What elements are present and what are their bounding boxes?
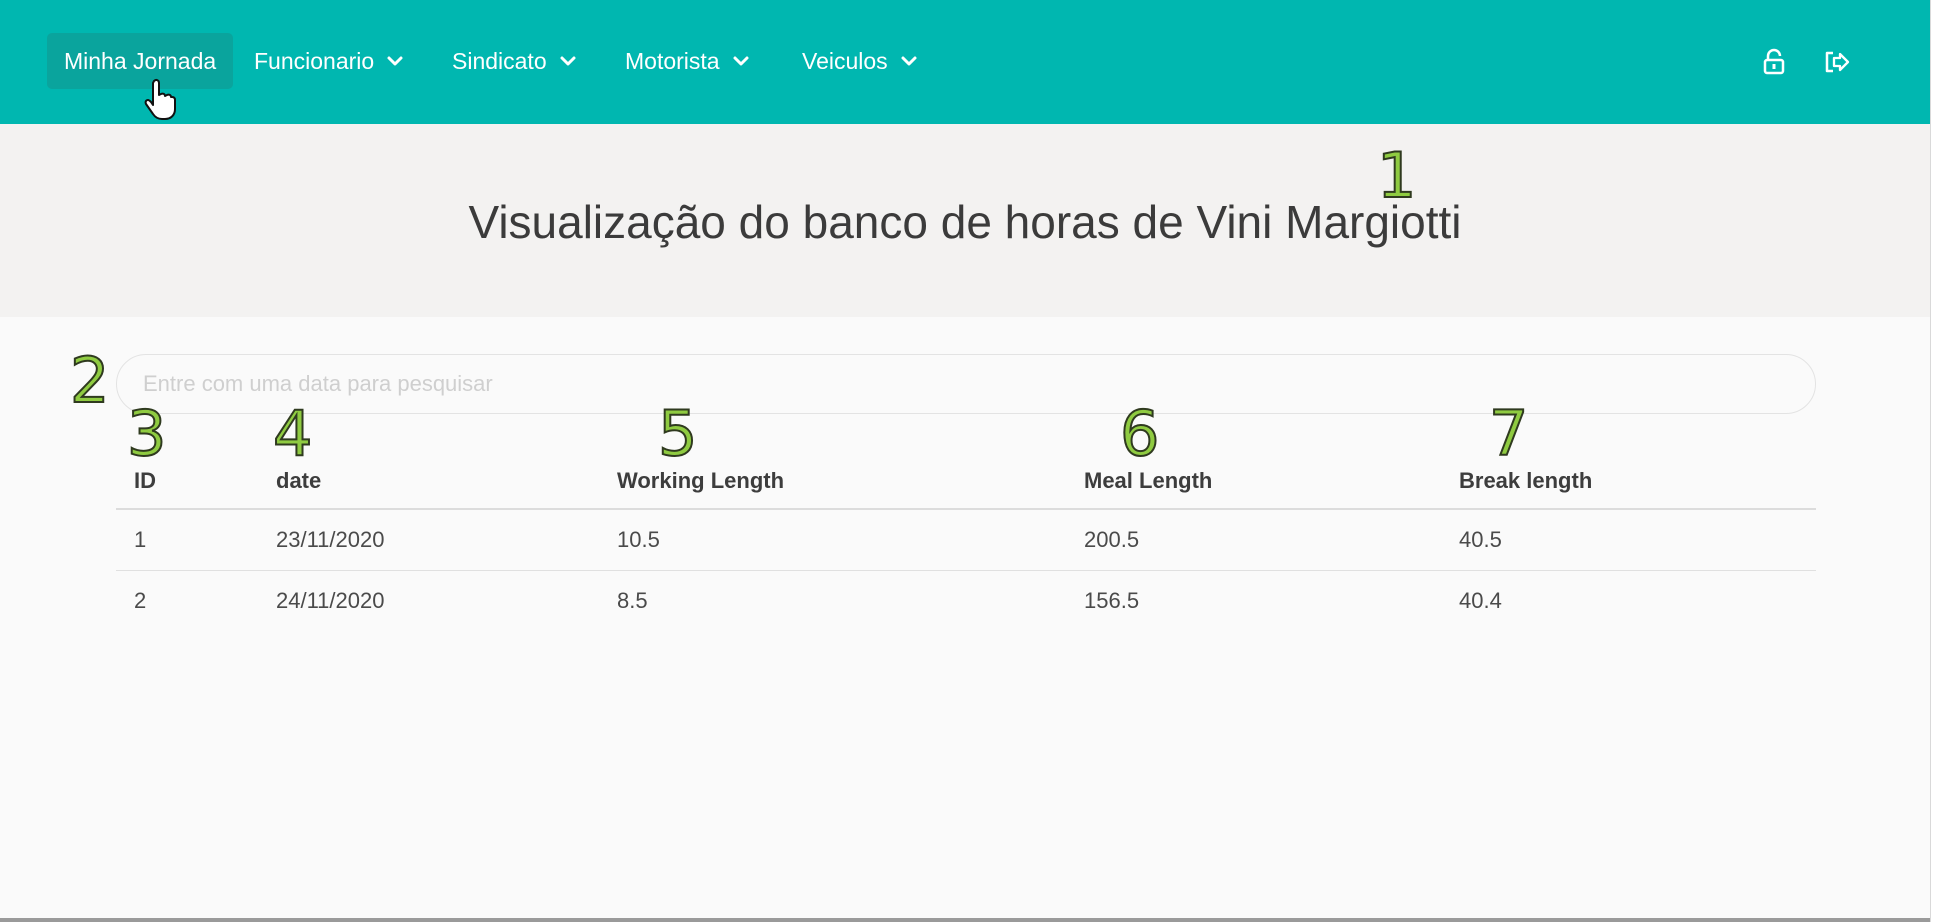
- nav-item-label: Minha Jornada: [64, 47, 217, 74]
- nav-item-funcionario[interactable]: Funcionario: [237, 33, 423, 89]
- nav-item-label: Motorista: [625, 47, 720, 74]
- cell-working-length: 8.5: [617, 588, 648, 613]
- cell-working-length: 10.5: [599, 509, 1066, 571]
- nav-item-label: Veiculos: [802, 47, 888, 74]
- nav-item-label: Sindicato: [452, 47, 547, 74]
- sign-out-icon[interactable]: [1820, 45, 1854, 79]
- annotation-marker-4: 4: [272, 397, 313, 470]
- annotation-marker-5: 5: [657, 397, 698, 470]
- cell-id: 1: [116, 509, 258, 571]
- cell-break-length: 40.5: [1441, 509, 1816, 571]
- chevron-down-icon: [733, 56, 749, 66]
- annotation-marker-3: 3: [126, 397, 167, 470]
- table-row: 1 23/11/2020 10.5 200.5 40.5: [116, 509, 1816, 571]
- lock-icon[interactable]: [1757, 45, 1791, 79]
- date-search-input[interactable]: [116, 354, 1816, 414]
- page-header: Visualização do banco de horas de Vini M…: [0, 124, 1930, 317]
- chevron-down-icon: [387, 56, 403, 66]
- chevron-down-icon: [560, 56, 576, 66]
- annotation-marker-6: 6: [1119, 397, 1160, 470]
- top-navbar: Minha Jornada Funcionario Sindicato Moto…: [0, 0, 1930, 124]
- chevron-down-icon: [901, 56, 917, 66]
- nav-item-minha-jornada[interactable]: Minha Jornada: [47, 33, 234, 89]
- window-edge-bottom: [0, 918, 1930, 922]
- cell-id: 2: [134, 588, 147, 613]
- nav-item-motorista[interactable]: Motorista: [608, 33, 769, 89]
- cell-meal-length: 156.5: [1084, 588, 1140, 613]
- cell-meal-length: 200.5: [1066, 509, 1441, 571]
- nav-item-veiculos[interactable]: Veiculos: [785, 33, 937, 89]
- table-row: 2 24/11/2020 8.5 156.5 40.4: [116, 571, 1816, 632]
- table-header-row: ID date Working Length Meal Length Break…: [116, 454, 1816, 510]
- nav-item-label: Funcionario: [254, 47, 375, 74]
- hand-pointer-cursor-icon: [144, 78, 176, 120]
- annotation-marker-2: 2: [69, 344, 110, 417]
- annotation-marker-1: 1: [1376, 139, 1417, 212]
- annotation-marker-7: 7: [1488, 397, 1529, 470]
- nav-item-sindicato[interactable]: Sindicato: [435, 33, 596, 89]
- hours-bank-table: ID date Working Length Meal Length Break…: [116, 454, 1816, 631]
- cell-break-length: 40.4: [1459, 588, 1502, 613]
- page-title: Visualização do banco de horas de Vini M…: [468, 196, 1462, 248]
- cell-date: 24/11/2020: [276, 588, 385, 613]
- window-edge-right: [1930, 0, 1947, 922]
- cell-date: 23/11/2020: [258, 509, 599, 571]
